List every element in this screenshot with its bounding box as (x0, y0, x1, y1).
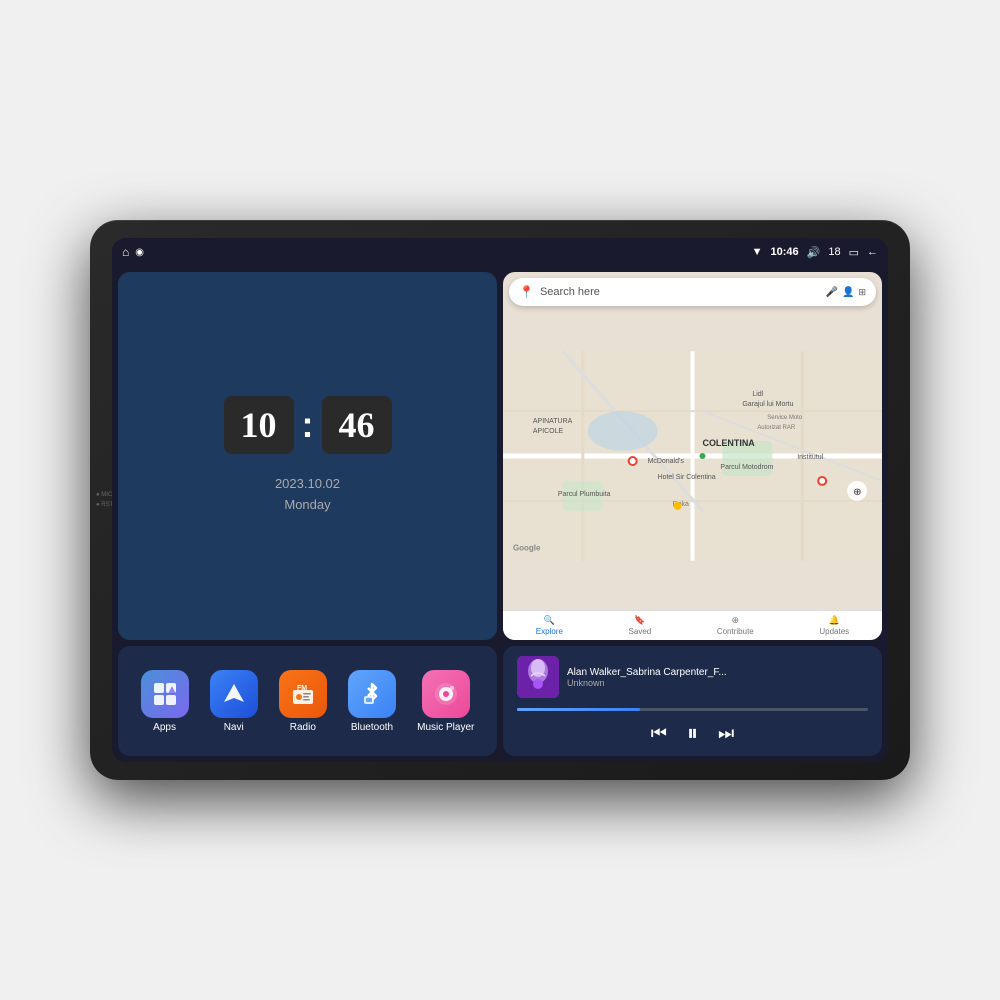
navi-label: Navi (224, 722, 244, 733)
contribute-label: Contribute (717, 627, 754, 636)
music-progress-bar[interactable] (517, 708, 868, 711)
back-icon[interactable]: ← (867, 246, 878, 258)
status-bar: ⌂ ◉ ▼ 10:46 🔊 18 ▭ ← (112, 238, 888, 266)
apps-icon (141, 670, 189, 718)
app-item-music[interactable]: Music Player (417, 670, 474, 733)
side-labels: ● MIC ● RST (96, 492, 113, 508)
app-item-radio[interactable]: FM Radio (279, 670, 327, 733)
music-icon (422, 670, 470, 718)
clock-colon: : (302, 404, 314, 446)
navi-icon (210, 670, 258, 718)
rst-label: ● RST (96, 502, 113, 508)
svg-text:McDonald's: McDonald's (648, 458, 685, 465)
svg-text:⊕: ⊕ (853, 487, 861, 498)
wifi-icon: ▼ (752, 246, 763, 258)
svg-text:Lidl: Lidl (752, 391, 763, 398)
bluetooth-label: Bluetooth (351, 722, 393, 733)
svg-text:Institutul: Institutul (797, 454, 823, 461)
status-time: 10:46 (771, 246, 799, 258)
app-item-bluetooth[interactable]: Bluetooth (348, 670, 396, 733)
mic-label: ● MIC (96, 492, 113, 498)
radio-icon: FM (279, 670, 327, 718)
svg-text:Parcul Motodrom: Parcul Motodrom (720, 464, 773, 471)
location-icon[interactable]: ◉ (135, 247, 144, 258)
saved-label: Saved (629, 627, 652, 636)
map-tab-updates[interactable]: 🔔 Updates (819, 615, 849, 636)
music-prev-button[interactable]: ⏮ (651, 723, 667, 744)
battery-icon: ▭ (849, 246, 859, 259)
map-body: APINATURA APICOLE COLENTINA Garajul lui … (503, 272, 882, 640)
explore-label: Explore (536, 627, 563, 636)
map-account-icon[interactable]: 👤 (842, 287, 854, 298)
clock-date: 2023.10.02 (275, 474, 340, 495)
map-bottom-bar: 🔍 Explore 🔖 Saved ⊕ Contribute (503, 610, 882, 640)
svg-text:FM: FM (297, 685, 307, 692)
clock-widget: 10 : 46 2023.10.02 Monday (118, 272, 497, 640)
clock-hour: 10 (224, 396, 294, 454)
music-text: Alan Walker_Sabrina Carpenter_F... Unkno… (567, 667, 868, 688)
map-mic-icon[interactable]: 🎤 (826, 287, 838, 298)
music-next-button[interactable]: ⏭ (718, 723, 734, 744)
music-title: Alan Walker_Sabrina Carpenter_F... (567, 667, 868, 678)
map-tab-contribute[interactable]: ⊕ Contribute (717, 615, 754, 636)
music-progress-fill (517, 708, 640, 711)
svg-text:Autorizat RAR: Autorizat RAR (757, 425, 796, 431)
music-pause-button[interactable]: ⏸ (687, 720, 698, 746)
map-search-bar[interactable]: 📍 Search here 🎤 👤 ⊞ (509, 278, 876, 306)
map-tab-saved[interactable]: 🔖 Saved (629, 615, 652, 636)
music-controls: ⏮ ⏸ ⏭ (517, 720, 868, 746)
volume-level: 18 (828, 246, 840, 258)
map-tab-explore[interactable]: 🔍 Explore (536, 615, 563, 636)
app-item-apps[interactable]: Apps (141, 670, 189, 733)
map-search-text[interactable]: Search here (540, 286, 820, 298)
device-body: ● MIC ● RST ⌂ ◉ ▼ 10:46 🔊 18 ▭ ← (90, 220, 910, 780)
apps-panel: Apps Navi (118, 646, 497, 756)
screen: ⌂ ◉ ▼ 10:46 🔊 18 ▭ ← 10 : (112, 238, 888, 762)
music-artist: Unknown (567, 678, 868, 688)
apps-label: Apps (153, 722, 176, 733)
music-panel: Alan Walker_Sabrina Carpenter_F... Unkno… (503, 646, 882, 756)
radio-label: Radio (290, 722, 316, 733)
svg-text:APINATURA: APINATURA (533, 418, 573, 425)
updates-label: Updates (819, 627, 849, 636)
svg-text:Service Moto: Service Moto (767, 415, 803, 421)
app-item-navi[interactable]: Navi (210, 670, 258, 733)
svg-text:Hotel Sir Colentina: Hotel Sir Colentina (658, 474, 716, 481)
map-widget[interactable]: 📍 Search here 🎤 👤 ⊞ (503, 272, 882, 640)
svg-text:COLENTINA: COLENTINA (702, 438, 755, 448)
svg-text:Garajul lui Mortu: Garajul lui Mortu (742, 401, 793, 408)
map-layers-icon[interactable]: ⊞ (858, 287, 866, 298)
svg-text:Parcul Plumbuita: Parcul Plumbuita (558, 491, 611, 498)
clock-day: Monday (275, 495, 340, 516)
svg-text:APICOLE: APICOLE (533, 428, 564, 435)
home-icon[interactable]: ⌂ (122, 245, 129, 259)
music-label: Music Player (417, 722, 474, 733)
bluetooth-icon (348, 670, 396, 718)
music-thumbnail (517, 656, 559, 698)
music-info: Alan Walker_Sabrina Carpenter_F... Unkno… (517, 656, 868, 698)
svg-text:Google: Google (513, 544, 541, 553)
map-pin-icon: 📍 (519, 285, 534, 299)
clock-minute: 46 (322, 396, 392, 454)
volume-icon: 🔊 (807, 246, 821, 259)
